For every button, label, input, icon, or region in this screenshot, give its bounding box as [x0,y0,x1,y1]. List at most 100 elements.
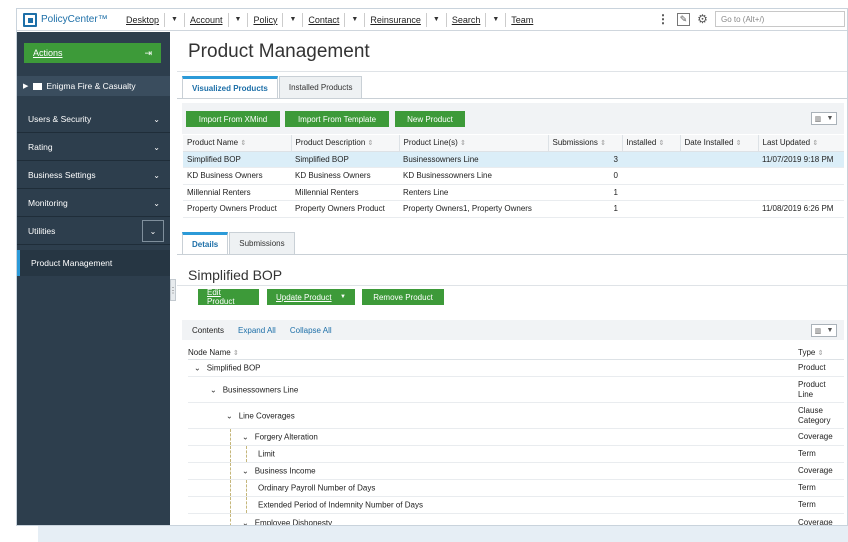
import-template-button[interactable]: Import From Template [285,111,389,127]
table-row[interactable]: Millennial Renters Millennial Renters Re… [183,184,844,201]
chevron-down-icon[interactable]: ⌄ [194,364,201,373]
sidebar-item-product-management[interactable]: Product Management [17,250,170,276]
col-submissions[interactable]: Submissions ⇕ [548,135,623,152]
cell-product-lines: Property Owners1, Property Owners [399,200,548,218]
more-options-icon[interactable]: ⋮ [652,12,674,26]
chevron-down-icon[interactable]: ⌄ [142,220,164,242]
chevron-down-icon[interactable]: ⌄ [226,411,233,420]
node-name: Employee Dishonesty [254,518,333,526]
table-row[interactable]: KD Business Owners KD Business Owners KD… [183,167,844,185]
expand-all-link[interactable]: Expand All [238,326,276,335]
tree-row[interactable]: Ordinary Payroll Number of Days Term [188,480,844,497]
chevron-down-icon: ⌄ [153,114,160,124]
update-product-button[interactable]: Update Product ▼ [267,289,355,305]
col-node-name[interactable]: Node Name ⇕ [188,348,239,357]
chevron-down-icon[interactable]: ⌄ [210,385,217,394]
column-selector[interactable]: ▥ ▼ [811,324,837,337]
collapse-all-link[interactable]: Collapse All [290,326,332,335]
top-tabs: Visualized Products Installed Products [182,76,363,98]
tree-guide [246,480,247,496]
folder-icon [33,82,43,90]
sidebar-item-rating[interactable]: Rating ⌄ [17,134,170,161]
nav-account[interactable]: Account [185,15,228,25]
edit-note-icon[interactable]: ✎ [677,12,690,26]
top-nav-bar: PolicyCenter™ Desktop ▼ Account ▼ Policy… [17,9,847,31]
sidebar-resize-handle[interactable]: ⋮ [169,279,177,301]
col-product-description[interactable]: Product Description ⇕ [291,135,400,152]
tab-installed-products[interactable]: Installed Products [278,76,363,98]
col-date-installed[interactable]: Date Installed ⇕ [680,135,759,152]
tree-row[interactable]: ⌄ Simplified BOP Product [188,360,844,377]
goto-input[interactable]: Go to (Alt+/) [715,11,845,27]
nav-policy-dropdown[interactable]: ▼ [282,12,304,27]
nav-desktop-dropdown[interactable]: ▼ [164,12,185,27]
actions-button[interactable]: Actions ⇥ [24,43,161,63]
cell-product-lines: Businessowners Line [399,151,548,168]
nav-search[interactable]: Search [447,15,486,25]
tab-details[interactable]: Details [182,232,229,254]
nav-tools: ⋮ ✎ ⚙ Go to (Alt+/) [652,11,845,27]
exit-icon: ⇥ [144,47,152,58]
nav-team[interactable]: Team [506,15,538,25]
sidebar-item-utilities[interactable]: Utilities ⌄ [17,218,170,245]
cell-last-updated [758,184,844,201]
tree-row[interactable]: ⌄ Businessowners Line Product Line [188,377,844,403]
nav-contact[interactable]: Contact [303,15,344,25]
nav-contact-dropdown[interactable]: ▼ [344,12,366,27]
col-product-lines[interactable]: Product Line(s) ⇕ [399,135,549,152]
products-table: Product Name ⇕ Product Description ⇕ Pro… [183,135,844,218]
node-name: Line Coverages [238,411,295,420]
col-installed[interactable]: Installed ⇕ [622,135,681,152]
col-product-name[interactable]: Product Name ⇕ [183,135,292,152]
sidebar-item-label: Utilities [28,226,56,236]
tree-row[interactable]: ⌄ Business Income Coverage [188,463,844,480]
new-product-button[interactable]: New Product [395,111,465,127]
chevron-down-icon[interactable]: ⌄ [242,467,249,476]
columns-icon: ▥ [814,327,822,335]
table-row[interactable]: Property Owners Product Property Owners … [183,200,844,218]
column-selector[interactable]: ▥ ▼ [811,112,837,125]
import-xmind-button[interactable]: Import From XMind [186,111,280,127]
tab-visualized-products[interactable]: Visualized Products [182,76,278,98]
main-content: Product Management Visualized Products I… [177,32,847,526]
nav-search-dropdown[interactable]: ▼ [485,12,507,27]
nav-policy[interactable]: Policy [248,15,282,25]
edit-product-button[interactable]: Edit Product [198,288,259,306]
detail-tabs: Details Submissions [182,232,296,254]
tree-row[interactable]: Limit Term [188,446,844,463]
contents-bar: Contents Expand All Collapse All ▥ ▼ [182,320,844,340]
gear-icon[interactable]: ⚙ [696,12,709,26]
node-type: Term [798,483,816,492]
nav-reinsurance[interactable]: Reinsurance [365,15,426,25]
cell-last-updated [758,167,844,185]
app-logo[interactable]: PolicyCenter™ [17,12,121,27]
remove-product-button[interactable]: Remove Product [362,289,444,305]
tree-row[interactable]: Extended Period of Indemnity Number of D… [188,497,844,514]
col-last-updated[interactable]: Last Updated ⇕ [758,135,844,152]
nav-reinsurance-dropdown[interactable]: ▼ [425,12,447,27]
tab-submissions[interactable]: Submissions [229,232,295,254]
sidebar-item-label: Business Settings [28,170,96,180]
nav-desktop[interactable]: Desktop [121,15,164,25]
tree-row[interactable]: ⌄ Forgery Alteration Coverage [188,429,844,446]
detail-title: Simplified BOP [188,267,283,283]
node-name: Simplified BOP [206,363,261,373]
tree-row[interactable]: ⌄ Line Coverages Clause Category [188,403,844,429]
sidebar-item-monitoring[interactable]: Monitoring ⌄ [17,190,170,217]
node-name: Limit [258,449,275,459]
table-row[interactable]: Simplified BOP Simplified BOP Businessow… [183,151,844,168]
tree-guide [230,497,231,513]
tree-row[interactable]: ⌄ Employee Dishonesty Coverage [188,514,844,526]
sidebar-item-business-settings[interactable]: Business Settings ⌄ [17,162,170,189]
nav-account-dropdown[interactable]: ▼ [227,12,249,27]
chevron-down-icon[interactable]: ⌄ [242,433,249,442]
cell-submissions: 0 [548,167,622,185]
sidebar-item-users-security[interactable]: Users & Security ⌄ [17,106,170,133]
cell-submissions: 3 [548,151,622,168]
col-type[interactable]: Type ⇕ [798,348,823,357]
chevron-down-icon[interactable]: ⌄ [242,518,249,525]
divider [177,98,847,99]
sidebar-org[interactable]: ▶ Enigma Fire & Casualty [17,76,170,96]
node-type: Product Line [798,379,826,399]
chevron-right-icon: ▶ [23,83,29,90]
